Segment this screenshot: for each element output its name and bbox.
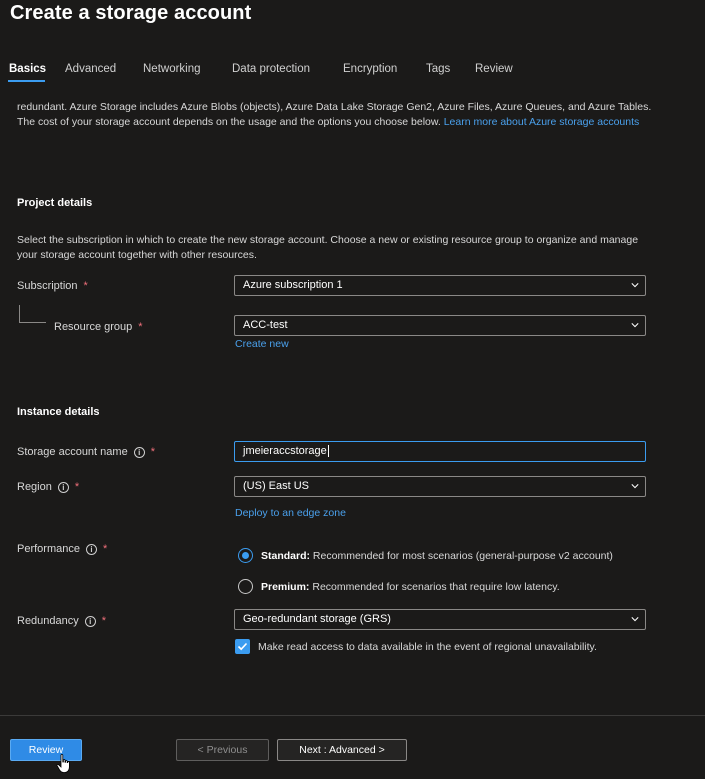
performance-premium-option[interactable]: Premium: Recommended for scenarios that … bbox=[238, 579, 560, 594]
page-title: Create a storage account bbox=[10, 2, 252, 24]
redundancy-label: Redundancy i * bbox=[17, 615, 106, 627]
read-access-label: Make read access to data available in th… bbox=[258, 640, 597, 653]
performance-label: Performance i * bbox=[17, 543, 107, 555]
learn-more-link[interactable]: Learn more about Azure storage accounts bbox=[444, 116, 640, 128]
resource-group-label: Resource group * bbox=[54, 321, 143, 333]
region-value: (US) East US bbox=[243, 480, 310, 492]
project-details-heading: Project details bbox=[17, 197, 93, 209]
premium-description: Recommended for scenarios that require l… bbox=[309, 580, 560, 593]
storage-account-name-label: Storage account name i * bbox=[17, 446, 155, 458]
tab-bar: Basics Advanced Networking Data protecti… bbox=[0, 60, 705, 84]
next-advanced-button[interactable]: Next : Advanced > bbox=[277, 739, 407, 761]
info-icon[interactable]: i bbox=[84, 615, 96, 627]
text-caret bbox=[327, 445, 329, 458]
required-mark: * bbox=[74, 481, 80, 493]
info-icon[interactable]: i bbox=[133, 446, 145, 458]
chevron-down-icon bbox=[631, 484, 639, 489]
chevron-down-icon bbox=[631, 617, 639, 622]
standard-description: Recommended for most scenarios (general-… bbox=[310, 549, 613, 562]
chevron-down-icon bbox=[631, 323, 639, 328]
redundancy-value: Geo-redundant storage (GRS) bbox=[243, 613, 391, 625]
subscription-label: Subscription * bbox=[17, 280, 88, 292]
intro-paragraph: redundant. Azure Storage includes Azure … bbox=[17, 100, 657, 130]
resource-group-label-text: Resource group bbox=[54, 321, 133, 333]
standard-label: Standard: bbox=[261, 549, 311, 562]
resource-group-value: ACC-test bbox=[243, 319, 288, 331]
required-mark: * bbox=[102, 543, 108, 555]
region-label: Region i * bbox=[17, 481, 79, 493]
active-tab-indicator bbox=[8, 80, 45, 82]
standard-radio[interactable] bbox=[238, 548, 253, 563]
storage-account-name-value: jmeieraccstorage bbox=[243, 445, 327, 457]
storage-account-name-label-text: Storage account name bbox=[17, 446, 128, 458]
tab-review[interactable]: Review bbox=[475, 63, 513, 75]
create-new-resource-group-link[interactable]: Create new bbox=[235, 338, 289, 350]
region-select[interactable]: (US) East US bbox=[234, 476, 646, 497]
tab-encryption[interactable]: Encryption bbox=[343, 63, 397, 75]
tab-basics[interactable]: Basics bbox=[9, 63, 46, 75]
previous-button[interactable]: < Previous bbox=[176, 739, 269, 761]
chevron-down-icon bbox=[631, 283, 639, 288]
info-icon[interactable]: i bbox=[85, 543, 97, 555]
required-mark: * bbox=[150, 446, 155, 458]
subscription-select[interactable]: Azure subscription 1 bbox=[234, 275, 646, 296]
instance-details-heading: Instance details bbox=[17, 406, 100, 418]
performance-standard-option[interactable]: Standard: Recommended for most scenarios… bbox=[238, 548, 613, 563]
premium-radio[interactable] bbox=[238, 579, 253, 594]
required-mark: * bbox=[138, 321, 143, 333]
checkmark-icon bbox=[237, 642, 248, 651]
tab-networking[interactable]: Networking bbox=[143, 63, 201, 75]
tab-tags[interactable]: Tags bbox=[426, 63, 450, 75]
premium-label: Premium: bbox=[261, 580, 310, 593]
performance-label-text: Performance bbox=[17, 543, 80, 555]
subscription-value: Azure subscription 1 bbox=[243, 279, 343, 291]
tree-connector bbox=[19, 305, 20, 323]
tab-advanced[interactable]: Advanced bbox=[65, 63, 116, 75]
deploy-edge-zone-link[interactable]: Deploy to an edge zone bbox=[235, 507, 346, 519]
project-details-description: Select the subscription in which to crea… bbox=[17, 234, 639, 261]
standard-option-text: Standard: Recommended for most scenarios… bbox=[261, 550, 613, 562]
read-access-checkbox[interactable] bbox=[235, 639, 250, 654]
footer-divider bbox=[0, 715, 705, 716]
tab-data-protection[interactable]: Data protection bbox=[232, 63, 310, 75]
tree-connector bbox=[19, 322, 46, 323]
required-mark: * bbox=[83, 280, 88, 292]
required-mark: * bbox=[101, 615, 107, 627]
storage-account-name-input[interactable]: jmeieraccstorage bbox=[234, 441, 646, 462]
redundancy-select[interactable]: Geo-redundant storage (GRS) bbox=[234, 609, 646, 630]
resource-group-select[interactable]: ACC-test bbox=[234, 315, 646, 336]
redundancy-label-text: Redundancy bbox=[17, 615, 79, 627]
premium-option-text: Premium: Recommended for scenarios that … bbox=[261, 581, 560, 593]
read-access-option[interactable]: Make read access to data available in th… bbox=[235, 639, 597, 654]
hand-pointer-cursor-icon bbox=[56, 754, 70, 773]
info-icon[interactable]: i bbox=[57, 481, 69, 493]
region-label-text: Region bbox=[17, 481, 52, 493]
subscription-label-text: Subscription bbox=[17, 280, 78, 292]
